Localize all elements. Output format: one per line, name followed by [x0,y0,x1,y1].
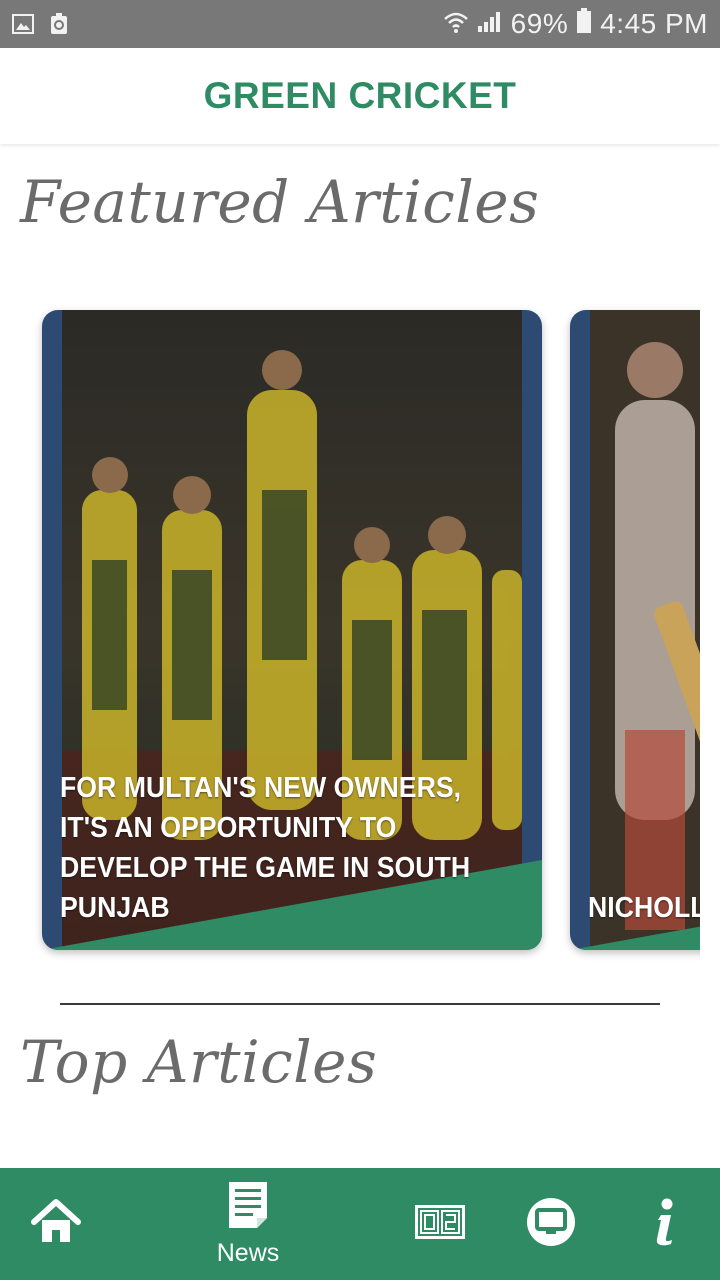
home-icon [30,1198,82,1251]
featured-article-title: FOR MULTAN'S NEW OWNERS, IT'S AN OPPORTU… [60,772,471,924]
status-bar: 69% 4:45 PM [0,0,720,48]
article-photo [590,310,700,950]
featured-article-title: NICHOLL MAKE SI [588,892,700,924]
battery-percent: 69% [510,8,569,39]
recycle-icon [48,13,70,35]
tv-icon [526,1197,576,1252]
featured-article-card[interactable]: FOR MULTAN'S NEW OWNERS, IT'S AN OPPORTU… [42,310,542,950]
app-bar: GREEN CRICKET [0,48,720,144]
gallery-icon [12,13,34,35]
featured-article-card[interactable]: NICHOLL MAKE SI [570,310,700,950]
nav-home[interactable] [20,1168,92,1280]
news-icon [227,1180,269,1235]
nav-live-tv[interactable] [515,1168,587,1280]
nav-info[interactable] [630,1168,700,1280]
top-articles-heading: Top Articles [20,1028,378,1096]
battery-icon [576,7,592,41]
nav-scores[interactable] [405,1168,475,1280]
info-icon [652,1198,678,1251]
app-screen: 69% 4:45 PM GREEN CRICKET Featured Artic… [0,0,720,1280]
section-divider [60,1003,660,1005]
featured-articles-heading: Featured Articles [20,168,540,236]
app-title: GREEN CRICKET [203,75,517,116]
bottom-navigation: News [0,1168,720,1280]
nav-news-label: News [216,1239,280,1267]
wifi-icon [443,8,469,40]
featured-carousel[interactable]: FOR MULTAN'S NEW OWNERS, IT'S AN OPPORTU… [20,300,700,964]
status-time: 4:45 PM [600,8,708,39]
scoreboard-icon [415,1204,465,1244]
signal-icon [477,8,503,40]
nav-news[interactable]: News [198,1168,298,1280]
